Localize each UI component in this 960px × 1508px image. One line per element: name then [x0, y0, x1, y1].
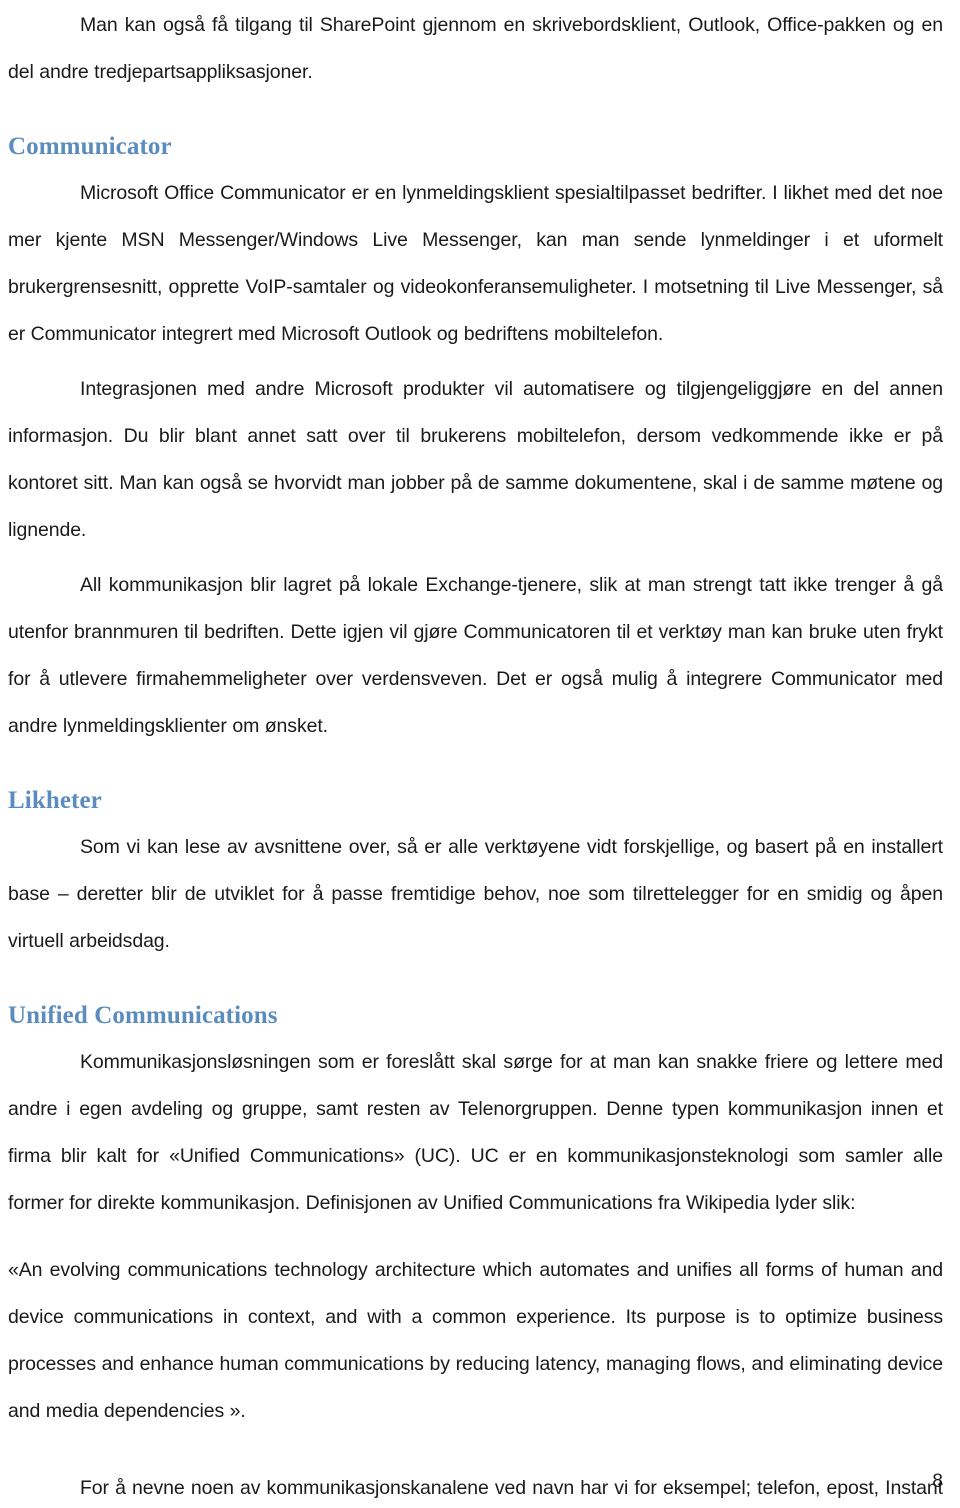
heading-communicator: Communicator — [8, 133, 172, 160]
paragraph-communicator-3: All kommunikasjon blir lagret på lokale … — [8, 574, 943, 737]
document-page: Man kan også få tilgang til SharePoint g… — [0, 0, 960, 1508]
document-body: Man kan også få tilgang til SharePoint g… — [8, 0, 943, 1508]
heading-likheter: Likheter — [8, 787, 102, 814]
paragraph-sharepoint: Man kan også få tilgang til SharePoint g… — [8, 14, 943, 83]
page-footer: 8 — [8, 1470, 943, 1494]
paragraph-unified-1: Kommunikasjonsløsningen som er foreslått… — [8, 1051, 943, 1214]
paragraph-wikipedia-quote: «An evolving communications technology a… — [8, 1259, 943, 1422]
paragraph-communicator-2: Integrasjonen med andre Microsoft produk… — [8, 378, 943, 541]
paragraph-likheter-1: Som vi kan lese av avsnittene over, så e… — [8, 836, 943, 952]
page-number: 8 — [932, 1471, 943, 1492]
paragraph-communicator-1: Microsoft Office Communicator er en lynm… — [8, 182, 943, 345]
heading-unified-communications: Unified Communications — [8, 1002, 278, 1029]
